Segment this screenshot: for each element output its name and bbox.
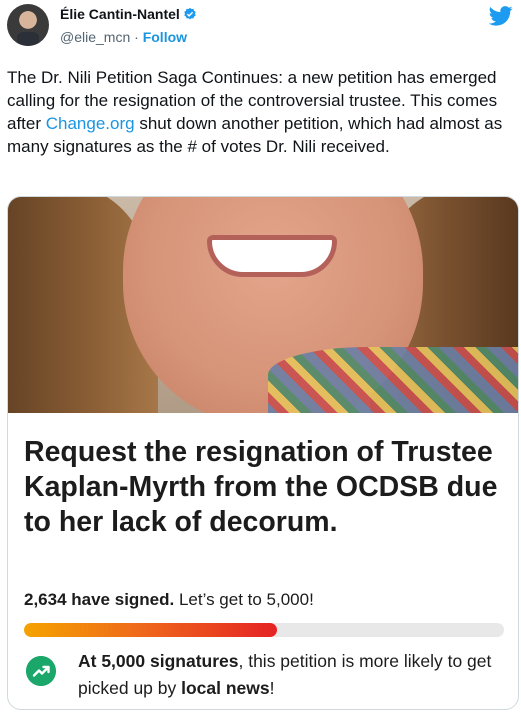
petition-card[interactable]: Request the resignation of Trustee Kapla… (7, 196, 519, 710)
change-org-link[interactable]: Change.org (46, 114, 135, 133)
petition-title[interactable]: Request the resignation of Trustee Kapla… (24, 435, 504, 540)
author-handle[interactable]: @elie_mcn (60, 29, 130, 45)
avatar[interactable] (7, 4, 49, 46)
signature-progress-fill (24, 623, 277, 637)
follow-button[interactable]: Follow (143, 29, 187, 45)
author-name[interactable]: Élie Cantin-Nantel (60, 6, 197, 22)
tweet-text: The Dr. Nili Petition Saga Continues: a … (7, 68, 503, 156)
trending-up-icon (26, 656, 56, 686)
tweet-header: Élie Cantin-Nantel @elie_mcn · Follow (0, 0, 521, 58)
author-handle-line: @elie_mcn · Follow (60, 29, 187, 45)
photo-scarf (268, 347, 518, 413)
twitter-bird-icon[interactable] (489, 6, 513, 26)
petition-goal-note: At 5,000 signatures, this petition is mo… (78, 651, 492, 698)
petition-photo[interactable] (8, 197, 518, 413)
photo-smile (207, 235, 337, 277)
signature-count: 2,634 have signed. Let’s get to 5,000! (24, 590, 314, 609)
signature-progress-bar (24, 623, 504, 637)
separator-dot: · (130, 29, 143, 45)
verified-badge-icon (184, 7, 196, 20)
